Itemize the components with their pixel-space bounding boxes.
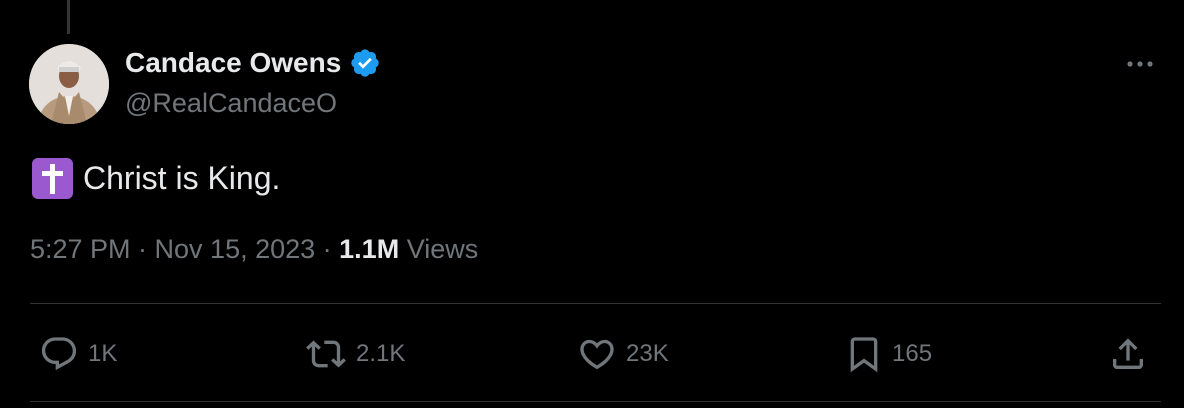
repost-count: 2.1K <box>356 340 406 367</box>
tweet-timestamp[interactable]: 5:27 PM · Nov 15, 2023 · <box>30 234 339 264</box>
latin-cross-emoji-icon <box>32 158 73 199</box>
bookmark-icon <box>850 337 878 373</box>
author-name-text: Candace Owens <box>125 47 342 78</box>
repost-button[interactable]: 2.1K <box>304 334 405 374</box>
author-display-name[interactable]: Candace Owens <box>125 47 381 79</box>
tweet-metadata: 5:27 PM · Nov 15, 2023 · 1.1M Views <box>30 234 478 265</box>
repost-icon <box>306 340 346 368</box>
like-button[interactable]: 23K <box>576 334 669 374</box>
bookmark-count: 165 <box>892 340 933 367</box>
author-handle[interactable]: @RealCandaceO <box>125 88 337 119</box>
more-options-icon[interactable] <box>1124 50 1156 78</box>
divider-bottom <box>30 401 1161 402</box>
views-count: 1.1M <box>339 234 400 264</box>
share-button[interactable] <box>1108 334 1148 374</box>
bookmark-button[interactable]: 165 <box>844 334 932 374</box>
like-count: 23K <box>626 340 669 367</box>
reply-icon <box>41 337 77 371</box>
avatar-image <box>29 44 109 124</box>
tweet-text: Christ is King. <box>83 160 281 196</box>
views-label: Views <box>399 234 479 264</box>
share-icon <box>1113 338 1143 369</box>
divider-top <box>30 303 1161 304</box>
reply-count: 1K <box>88 340 118 367</box>
reply-button[interactable]: 1K <box>38 334 117 374</box>
heart-icon <box>580 339 614 370</box>
verified-badge-icon <box>349 47 381 79</box>
avatar[interactable] <box>29 44 109 124</box>
tweet-body: Christ is King. <box>32 158 280 199</box>
thread-connector-line <box>67 0 70 34</box>
